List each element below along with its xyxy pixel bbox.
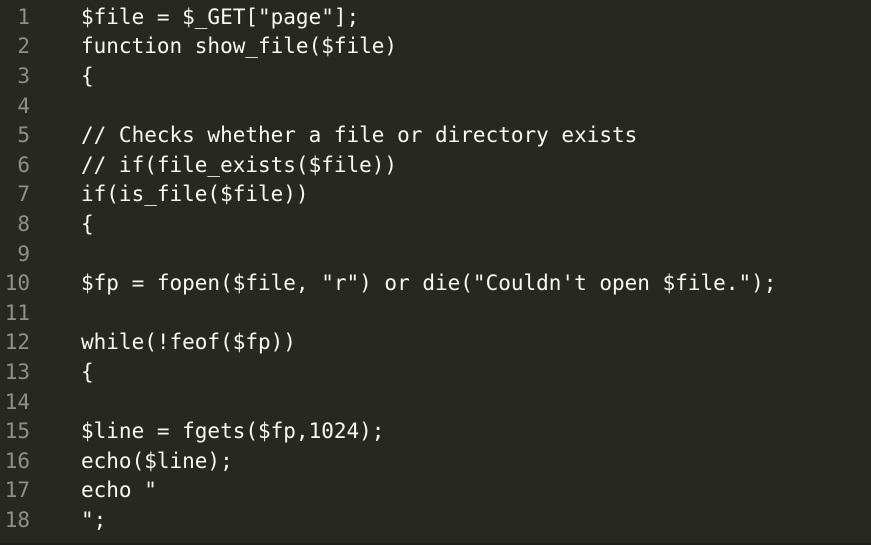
code-line-14[interactable]: 14: [0, 387, 871, 417]
code-line-11[interactable]: 11: [0, 298, 871, 328]
line-number: 6: [17, 152, 30, 177]
code-line-8[interactable]: 8 {: [0, 209, 871, 239]
line-text[interactable]: $line = fgets($fp,1024);: [81, 419, 871, 443]
code-line-10[interactable]: 10 $fp = fopen($file, "r") or die("Could…: [0, 268, 871, 298]
code-line-3[interactable]: 3 {: [0, 61, 871, 91]
line-text[interactable]: // if(file_exists($file)): [81, 153, 871, 177]
code-line-17[interactable]: 17 echo ": [0, 476, 871, 506]
line-number: 14: [4, 389, 30, 414]
line-number: 18: [4, 507, 30, 532]
code-line-4[interactable]: 4: [0, 91, 871, 121]
line-text[interactable]: {: [81, 64, 871, 88]
line-text[interactable]: // Checks whether a file or directory ex…: [81, 123, 871, 147]
line-number: 13: [4, 359, 30, 384]
line-text[interactable]: $fp = fopen($file, "r") or die("Couldn't…: [81, 271, 871, 295]
code-editor[interactable]: 1 $file = $_GET["page"]; 2 function show…: [0, 0, 871, 545]
code-line-18[interactable]: 18 ";: [0, 505, 871, 535]
code-line-7[interactable]: 7 if(is_file($file)): [0, 180, 871, 210]
line-number: 5: [17, 123, 30, 148]
line-number: 7: [17, 182, 30, 207]
line-text[interactable]: ";: [81, 508, 871, 532]
code-line-1[interactable]: 1 $file = $_GET["page"];: [0, 2, 871, 32]
line-text[interactable]: {: [81, 212, 871, 236]
code-line-5[interactable]: 5 // Checks whether a file or directory …: [0, 120, 871, 150]
line-number: 8: [17, 211, 30, 236]
line-number: 11: [4, 300, 30, 325]
line-text[interactable]: {: [81, 360, 871, 384]
code-line-2[interactable]: 2 function show_file($file): [0, 32, 871, 62]
code-line-12[interactable]: 12 while(!feof($fp)): [0, 328, 871, 358]
line-number: 15: [4, 419, 30, 444]
line-number: 10: [4, 271, 30, 296]
code-line-6[interactable]: 6 // if(file_exists($file)): [0, 150, 871, 180]
code-line-15[interactable]: 15 $line = fgets($fp,1024);: [0, 416, 871, 446]
line-text[interactable]: echo($line);: [81, 449, 871, 473]
line-text[interactable]: $file = $_GET["page"];: [81, 5, 871, 29]
line-number: 17: [4, 478, 30, 503]
line-number: 9: [17, 241, 30, 266]
line-text[interactable]: function show_file($file): [81, 34, 871, 58]
code-line-9[interactable]: 9: [0, 239, 871, 269]
line-number: 4: [17, 93, 30, 118]
line-text[interactable]: echo ": [81, 478, 871, 502]
code-line-13[interactable]: 13 {: [0, 357, 871, 387]
line-number: 16: [4, 448, 30, 473]
line-number: 2: [17, 34, 30, 59]
line-text[interactable]: while(!feof($fp)): [81, 330, 871, 354]
line-number: 12: [4, 330, 30, 355]
line-number: 3: [17, 63, 30, 88]
line-number: 1: [17, 4, 30, 29]
code-line-16[interactable]: 16 echo($line);: [0, 446, 871, 476]
line-text[interactable]: if(is_file($file)): [81, 182, 871, 206]
